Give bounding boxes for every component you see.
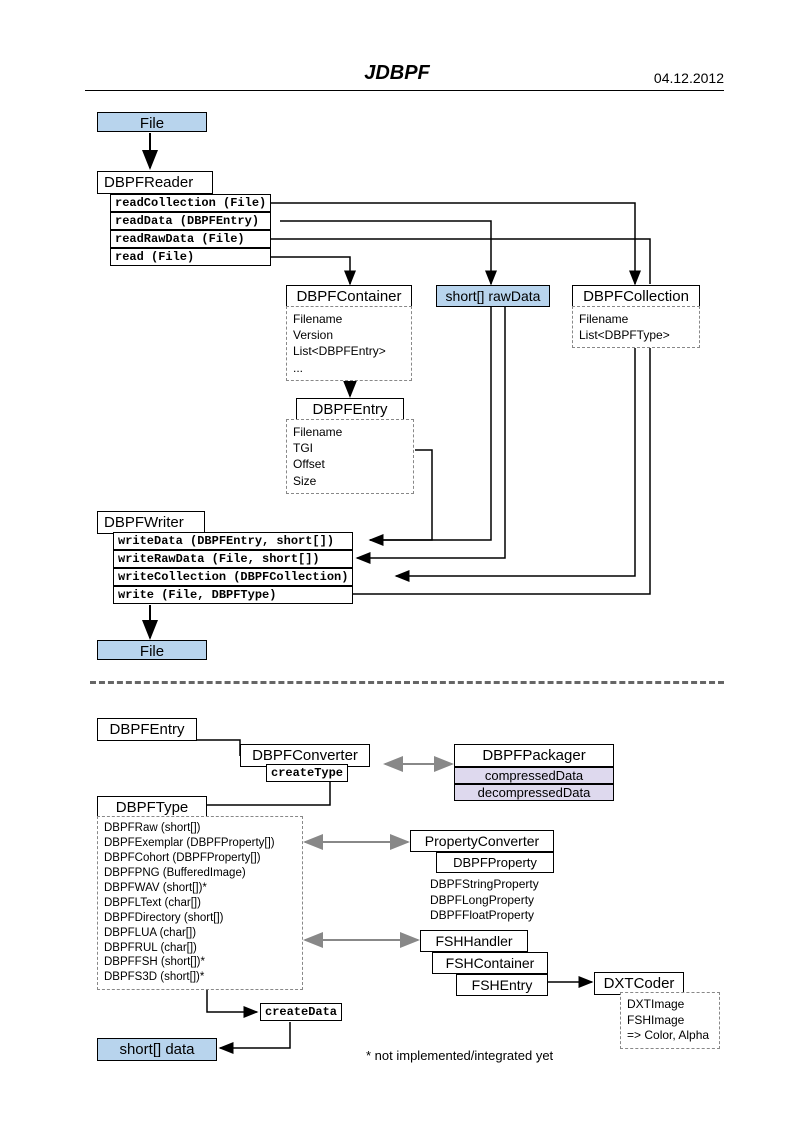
section-separator: [90, 681, 724, 684]
reader-readRawData: readRawData (File): [110, 230, 271, 248]
propertyconverter-class: PropertyConverter: [410, 830, 554, 852]
entry-attrs: Filename TGI Offset Size: [286, 419, 414, 494]
fshhandler-class: FSHHandler: [420, 930, 528, 952]
file-node-top: File: [97, 112, 207, 132]
rawdata-node: short[] rawData: [436, 285, 550, 307]
dxtcoder-attrs: DXTImage FSHImage => Color, Alpha: [620, 992, 720, 1049]
writer-writeData: writeData (DBPFEntry, short[]): [113, 532, 353, 550]
file-node-bottom: File: [97, 640, 207, 660]
container-class: DBPFContainer: [286, 285, 412, 308]
writer-writeRawData: writeRawData (File, short[]): [113, 550, 353, 568]
collection-class: DBPFCollection: [572, 285, 700, 308]
packager-class: DBPFPackager: [454, 744, 614, 767]
writer-class: DBPFWriter: [97, 511, 205, 534]
writer-writeCollection: writeCollection (DBPFCollection): [113, 568, 353, 586]
packager-decompressed: decompressedData: [454, 784, 614, 801]
shortdata-node: short[] data: [97, 1038, 217, 1061]
page-date: 04.12.2012: [654, 70, 724, 86]
collection-attrs: Filename List<DBPFType>: [572, 306, 700, 348]
reader-readData: readData (DBPFEntry): [110, 212, 271, 230]
property-subtypes: DBPFStringProperty DBPFLongProperty DBPF…: [430, 877, 554, 924]
header-rule: [85, 90, 724, 91]
reader-readCollection: readCollection (File): [110, 194, 271, 212]
fshentry-class: FSHEntry: [456, 974, 548, 996]
footnote: * not implemented/integrated yet: [366, 1048, 553, 1063]
writer-write: write (File, DBPFType): [113, 586, 353, 604]
fshcontainer-class: FSHContainer: [432, 952, 548, 974]
reader-class: DBPFReader: [97, 171, 213, 194]
lower-entry: DBPFEntry: [97, 718, 197, 741]
container-attrs: Filename Version List<DBPFEntry> ...: [286, 306, 412, 381]
entry-class: DBPFEntry: [296, 398, 404, 421]
createType-method: createType: [266, 764, 348, 782]
dbpfproperty-class: DBPFProperty: [436, 852, 554, 873]
reader-read: read (File): [110, 248, 271, 266]
dbpftype-list: DBPFRaw (short[]) DBPFExemplar (DBPFProp…: [97, 816, 303, 990]
createdata-method: createData: [260, 1003, 342, 1021]
packager-compressed: compressedData: [454, 767, 614, 784]
